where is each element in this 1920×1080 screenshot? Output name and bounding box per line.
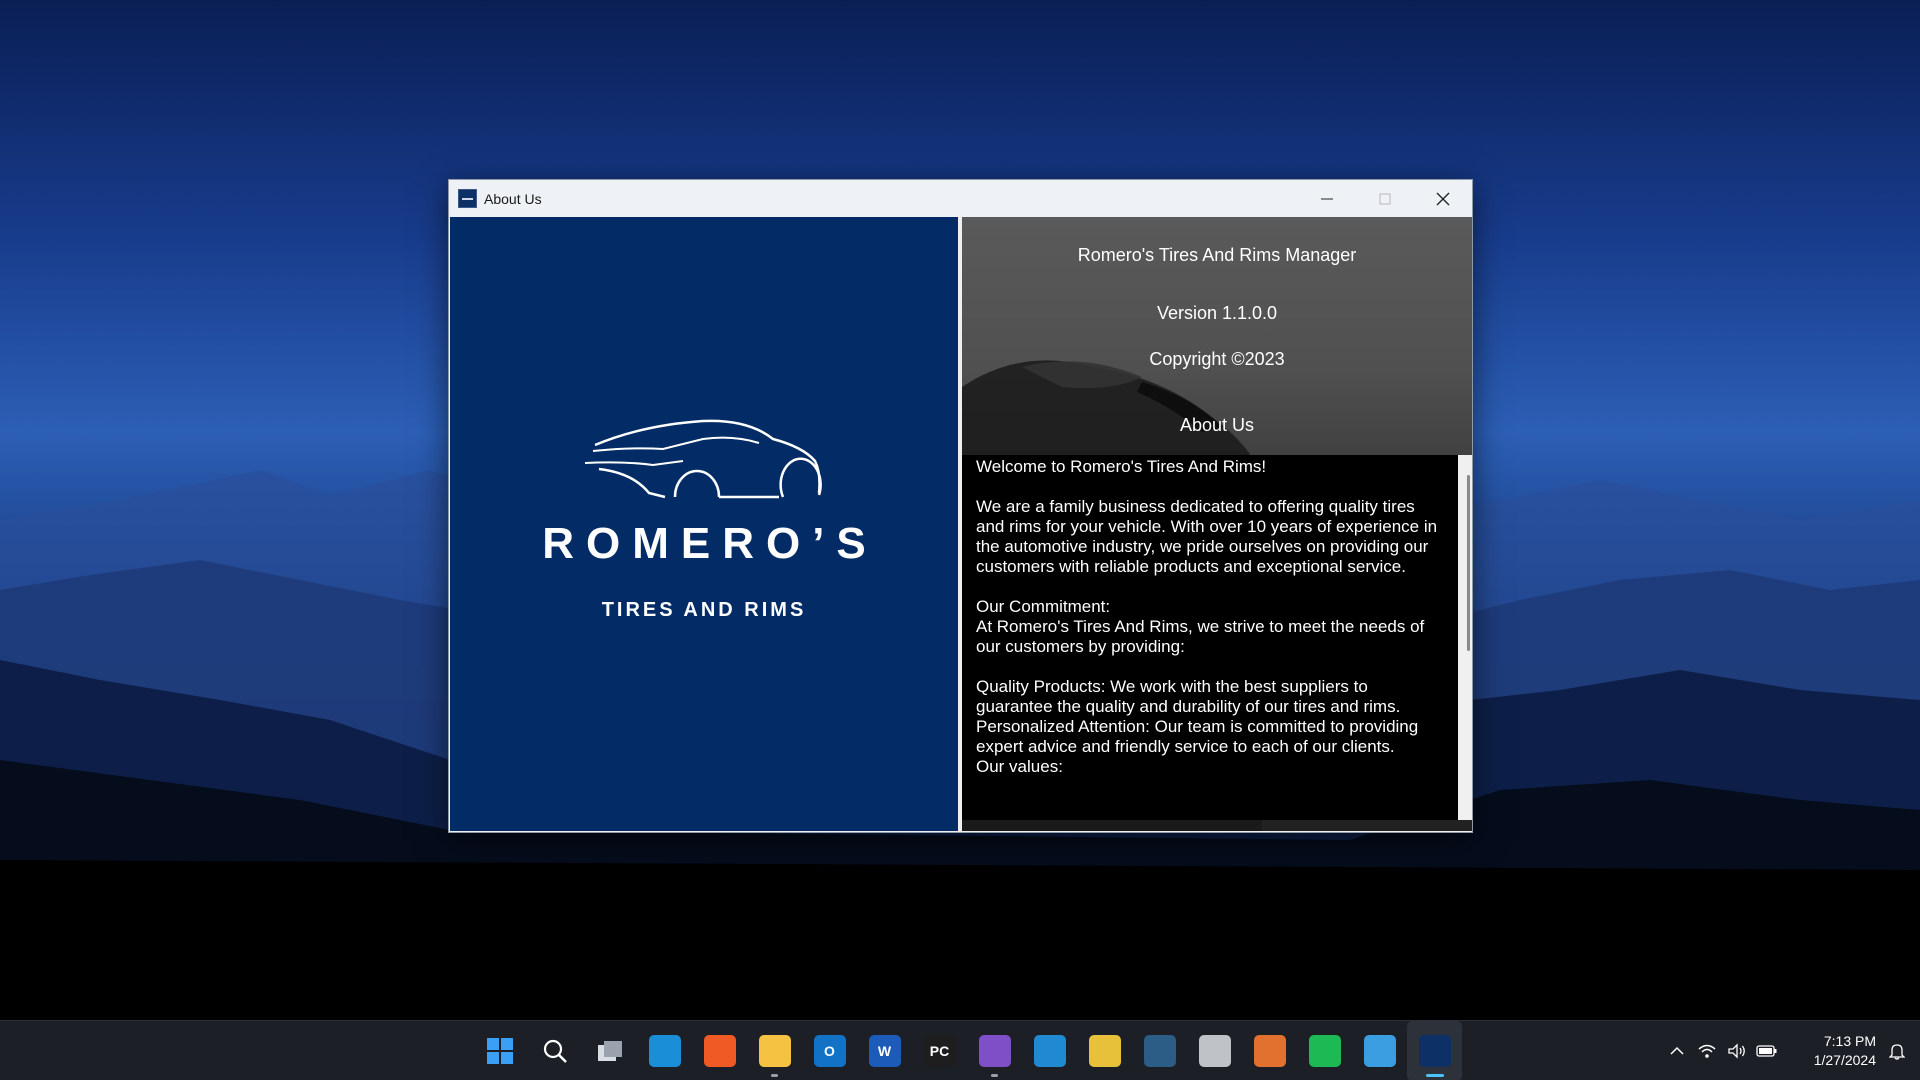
edge-icon	[648, 1035, 681, 1067]
taskbar-vscode-button[interactable]	[1022, 1021, 1077, 1080]
taskbar-search-button[interactable]	[527, 1021, 582, 1080]
about-textbox[interactable]: Welcome to Romero's Tires And Rims! We a…	[962, 455, 1458, 820]
quality-text: Quality Products: We work with the best …	[976, 677, 1401, 716]
taskbar-brave-button[interactable]	[692, 1021, 747, 1080]
python-tool-icon	[1088, 1035, 1121, 1067]
about-welcome: Welcome to Romero's Tires And Rims!	[976, 457, 1267, 476]
close-icon	[1436, 192, 1450, 205]
git-icon	[1253, 1035, 1286, 1067]
taskbar-file-explorer-button[interactable]	[747, 1021, 802, 1080]
taskbar-edge-button[interactable]	[637, 1021, 692, 1080]
wifi-button[interactable]	[1692, 1021, 1722, 1080]
pycharm-icon-label: PC	[929, 1043, 950, 1059]
battery-button[interactable]	[1752, 1021, 1782, 1080]
brand-tagline: TIRES AND RIMS	[601, 599, 807, 621]
brave-icon	[703, 1035, 736, 1067]
task-view-icon	[594, 1035, 626, 1067]
logo-panel: ROMERO’S TIRES AND RIMS	[450, 217, 958, 831]
scrollbar-thumb[interactable]	[1467, 475, 1470, 651]
taskbar-word-button[interactable]: W	[857, 1021, 912, 1080]
system-tray: 7:13 PM 1/27/2024	[1662, 1021, 1920, 1080]
brand-name: ROMERO’S	[542, 519, 878, 568]
wifi-icon	[1698, 1044, 1716, 1058]
romeros-app-icon	[1418, 1035, 1451, 1067]
about-window: About Us ROMERO’S TIRES AND RIMS Romero'…	[448, 179, 1473, 833]
textbox-scrollbar[interactable]	[1458, 455, 1472, 820]
taskbar-start-button[interactable]	[472, 1021, 527, 1080]
running-indicator	[991, 1074, 998, 1077]
chevron-up-icon	[1670, 1046, 1684, 1055]
taskbar-spotify-button[interactable]	[1297, 1021, 1352, 1080]
show-hidden-icons-button[interactable]	[1662, 1021, 1692, 1080]
taskbar-notepad-button[interactable]	[1352, 1021, 1407, 1080]
pycharm-icon: PC	[923, 1035, 956, 1067]
version-label: Version 1.1.0.0	[1156, 303, 1278, 323]
vscode-icon	[1033, 1035, 1066, 1067]
outlook-icon-label: O	[824, 1043, 835, 1059]
copyright-label: Copyright ©2023	[1149, 349, 1285, 369]
spotify-icon	[1308, 1035, 1341, 1067]
taskbar-database-button[interactable]	[1187, 1021, 1242, 1080]
maximize-icon	[1379, 193, 1391, 204]
taskbar-task-view-button[interactable]	[582, 1021, 637, 1080]
title-bar[interactable]: About Us	[449, 180, 1472, 217]
battery-icon	[1756, 1045, 1777, 1057]
taskbar-python-tool-button[interactable]	[1077, 1021, 1132, 1080]
file-explorer-icon	[758, 1035, 791, 1067]
bell-icon	[1889, 1044, 1905, 1060]
values-heading: Our values:	[976, 757, 1063, 776]
info-panel: Romero's Tires And Rims Manager Version …	[962, 217, 1472, 831]
visual-studio-icon	[978, 1035, 1011, 1067]
taskbar-mysql-workbench-button[interactable]	[1132, 1021, 1187, 1080]
taskbar-git-button[interactable]	[1242, 1021, 1297, 1080]
car-logo-icon	[584, 419, 822, 499]
notepad-icon	[1363, 1035, 1396, 1067]
volume-icon	[1728, 1043, 1745, 1059]
window-title: About Us	[484, 190, 542, 207]
mysql-workbench-icon	[1143, 1035, 1176, 1067]
taskbar-pycharm-button[interactable]: PC	[912, 1021, 967, 1080]
clock-date: 1/27/2024	[1813, 1052, 1876, 1068]
running-indicator	[1426, 1074, 1444, 1077]
window-content: ROMERO’S TIRES AND RIMS Romero's Tires A…	[449, 217, 1472, 832]
minimize-button[interactable]	[1298, 180, 1356, 217]
search-icon	[539, 1035, 571, 1067]
minimize-icon	[1321, 198, 1333, 199]
window-controls	[1298, 180, 1472, 217]
maximize-button[interactable]	[1356, 180, 1414, 217]
volume-button[interactable]	[1722, 1021, 1752, 1080]
close-button[interactable]	[1414, 180, 1472, 217]
outlook-icon: O	[813, 1035, 846, 1067]
taskbar: O W PC 7:13 PM 1/27/2024	[0, 1020, 1920, 1080]
attention-text: Personalized Attention: Our team is comm…	[976, 717, 1419, 756]
word-icon: W	[868, 1035, 901, 1067]
notifications-button[interactable]	[1880, 1021, 1914, 1080]
app-name-label: Romero's Tires And Rims Manager	[1077, 245, 1357, 265]
about-heading: About Us	[1179, 415, 1255, 435]
running-indicator	[771, 1074, 778, 1077]
app-icon	[458, 189, 477, 208]
start-icon	[484, 1035, 516, 1067]
database-icon	[1198, 1035, 1231, 1067]
taskbar-outlook-button[interactable]: O	[802, 1021, 857, 1080]
commitment-heading: Our Commitment:	[976, 597, 1111, 616]
word-icon-label: W	[877, 1043, 892, 1059]
taskbar-visual-studio-button[interactable]	[967, 1021, 1022, 1080]
taskbar-romeros-app-button[interactable]	[1407, 1021, 1462, 1080]
about-intro: We are a family business dedicated to of…	[976, 497, 1438, 576]
commitment-text: At Romero's Tires And Rims, we strive to…	[976, 617, 1425, 656]
clock-time: 7:13 PM	[1823, 1033, 1876, 1049]
taskbar-apps: O W PC	[472, 1021, 1462, 1080]
clock[interactable]: 7:13 PM 1/27/2024	[1792, 1032, 1876, 1070]
